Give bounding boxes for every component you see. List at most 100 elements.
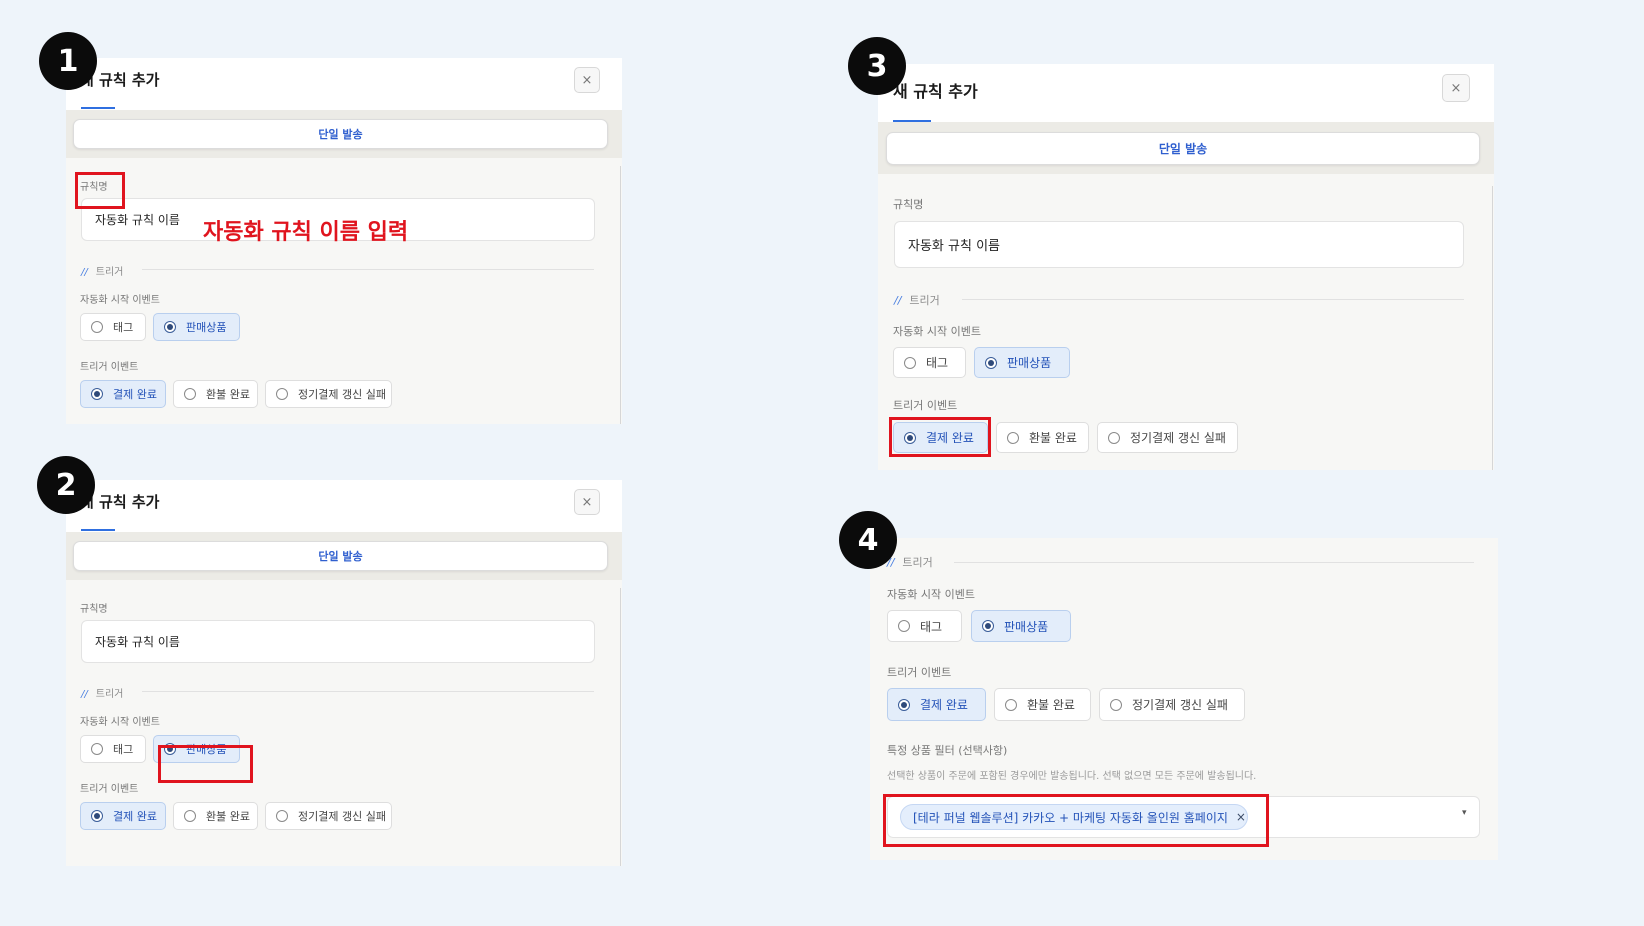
option-label: 태그 — [926, 356, 949, 370]
option-label: 판매상품 — [1004, 619, 1049, 634]
active-tab-indicator — [81, 529, 115, 531]
trigger-option-payment-complete[interactable]: 결제 완료 — [80, 380, 166, 408]
product-filter-label: 특정 상품 필터 (선택사항) — [887, 744, 1008, 757]
scrollbar-track[interactable] — [620, 166, 621, 424]
option-label: 정기결제 갱신 실패 — [298, 810, 386, 823]
radio-selected-icon — [898, 698, 910, 711]
option-label: 태그 — [113, 743, 134, 756]
trigger-option-refund-complete[interactable]: 환불 완료 — [173, 802, 258, 830]
trigger-option-renewal-failed[interactable]: 정기결제 갱신 실패 — [1097, 422, 1238, 453]
start-event-option-tag[interactable]: 태그 — [80, 313, 146, 341]
option-label: 정기결제 갱신 실패 — [1132, 698, 1228, 712]
trigger-option-refund-complete[interactable]: 환불 완료 — [994, 688, 1091, 721]
rule-name-input[interactable]: 자동화 규칙 이름 — [81, 620, 595, 663]
trigger-option-renewal-failed[interactable]: 정기결제 갱신 실패 — [1099, 688, 1245, 721]
option-label: 태그 — [920, 619, 943, 634]
section-divider — [962, 299, 1464, 300]
close-icon[interactable]: × — [574, 67, 600, 93]
dropdown-arrow-icon[interactable]: ▾ — [1462, 808, 1467, 818]
rule-name-label: 규칙명 — [893, 198, 924, 211]
section-divider — [142, 691, 594, 692]
tab-single-send[interactable]: 단일 발송 — [73, 119, 608, 149]
radio-icon — [91, 743, 103, 755]
step-2-badge: 2 — [37, 456, 95, 514]
step-3-badge: 3 — [848, 37, 906, 95]
radio-icon — [184, 810, 196, 822]
trigger-event-label: 트리거 이벤트 — [893, 399, 958, 412]
option-label: 결제 완료 — [920, 698, 968, 712]
step-4-badge: 4 — [839, 511, 897, 569]
start-event-label: 자동화 시작 이벤트 — [80, 295, 160, 306]
option-label: 환불 완료 — [206, 810, 250, 823]
scrollbar-track[interactable] — [1492, 186, 1493, 470]
start-event-label: 자동화 시작 이벤트 — [887, 588, 975, 601]
trigger-section-title: 트리거 — [902, 556, 933, 569]
option-label: 결제 완료 — [113, 388, 157, 401]
close-icon[interactable]: × — [574, 489, 600, 515]
radio-icon — [1108, 431, 1120, 444]
product-filter-hint: 선택한 상품이 주문에 포함된 경우에만 발송됩니다. 선택 없으면 모든 주문… — [887, 771, 1257, 782]
step-1-badge: 1 — [39, 32, 97, 90]
trigger-section-title: 트리거 — [95, 267, 124, 278]
start-event-option-tag[interactable]: 태그 — [893, 347, 966, 378]
option-label: 판매상품 — [1007, 356, 1052, 370]
scrollbar-track[interactable] — [620, 588, 621, 866]
start-event-option-product[interactable]: 판매상품 — [974, 347, 1070, 378]
close-icon[interactable]: × — [1442, 74, 1470, 102]
step2-panel: 새 규칙 추가 × 단일 발송 규칙명 자동화 규칙 이름 //트리거 자동화 … — [66, 480, 622, 866]
trigger-option-payment-complete[interactable]: 결제 완료 — [80, 802, 166, 830]
start-event-option-product[interactable]: 판매상품 — [153, 313, 240, 341]
option-label: 환불 완료 — [206, 388, 250, 401]
tab-single-send[interactable]: 단일 발송 — [73, 541, 608, 571]
trigger-section-title: 트리거 — [909, 294, 940, 307]
start-event-option-tag[interactable]: 태그 — [80, 735, 146, 763]
start-event-label: 자동화 시작 이벤트 — [80, 717, 160, 728]
radio-selected-icon — [91, 810, 103, 822]
trigger-section-header: // 트리거 — [894, 292, 940, 308]
option-label: 태그 — [113, 321, 134, 334]
radio-icon — [184, 388, 196, 400]
section-marker: // — [81, 267, 88, 278]
radio-icon — [91, 321, 103, 333]
section-divider — [954, 562, 1474, 563]
highlight-payment-complete — [889, 417, 991, 457]
start-event-label: 자동화 시작 이벤트 — [893, 325, 981, 338]
radio-selected-icon — [982, 620, 994, 632]
trigger-option-renewal-failed[interactable]: 정기결제 갱신 실패 — [265, 802, 392, 830]
trigger-option-renewal-failed[interactable]: 정기결제 갱신 실패 — [265, 380, 392, 408]
trigger-option-refund-complete[interactable]: 환불 완료 — [996, 422, 1089, 453]
radio-selected-icon — [985, 356, 997, 369]
trigger-event-label: 트리거 이벤트 — [80, 362, 139, 373]
trigger-option-refund-complete[interactable]: 환불 완료 — [173, 380, 258, 408]
trigger-section-header: // 트리거 — [81, 263, 123, 278]
radio-icon — [1007, 431, 1019, 444]
radio-selected-icon — [164, 321, 176, 333]
trigger-section-header: //트리거 — [81, 685, 123, 700]
option-label: 결제 완료 — [113, 810, 157, 823]
section-marker: // — [81, 689, 88, 700]
section-marker: // — [894, 294, 902, 307]
start-event-option-product[interactable]: 판매상품 — [971, 610, 1071, 642]
option-label: 정기결제 갱신 실패 — [298, 388, 386, 401]
annotation-rule-name: 자동화 규칙 이름 입력 — [203, 220, 409, 245]
radio-icon — [1110, 698, 1122, 711]
highlight-product-option — [158, 745, 253, 783]
start-event-option-tag[interactable]: 태그 — [887, 610, 962, 642]
rule-name-label: 규칙명 — [80, 604, 108, 615]
option-label: 환불 완료 — [1027, 698, 1075, 712]
step3-panel: 새 규칙 추가 × 단일 발송 규칙명 자동화 규칙 이름 // 트리거 자동화 … — [878, 64, 1494, 470]
option-label: 판매상품 — [186, 321, 227, 334]
trigger-option-payment-complete[interactable]: 결제 완료 — [887, 688, 986, 721]
radio-icon — [276, 388, 288, 400]
trigger-section-header: //트리거 — [887, 554, 933, 570]
rule-name-input[interactable]: 자동화 규칙 이름 — [894, 221, 1464, 268]
radio-selected-icon — [91, 388, 103, 400]
option-label: 정기결제 갱신 실패 — [1130, 431, 1226, 445]
radio-icon — [1005, 698, 1017, 711]
highlight-rule-name-label — [75, 172, 125, 209]
radio-icon — [276, 810, 288, 822]
section-divider — [142, 269, 594, 270]
tab-single-send[interactable]: 단일 발송 — [886, 132, 1480, 165]
active-tab-indicator — [81, 107, 115, 109]
highlight-product-filter-chip — [883, 794, 1269, 847]
